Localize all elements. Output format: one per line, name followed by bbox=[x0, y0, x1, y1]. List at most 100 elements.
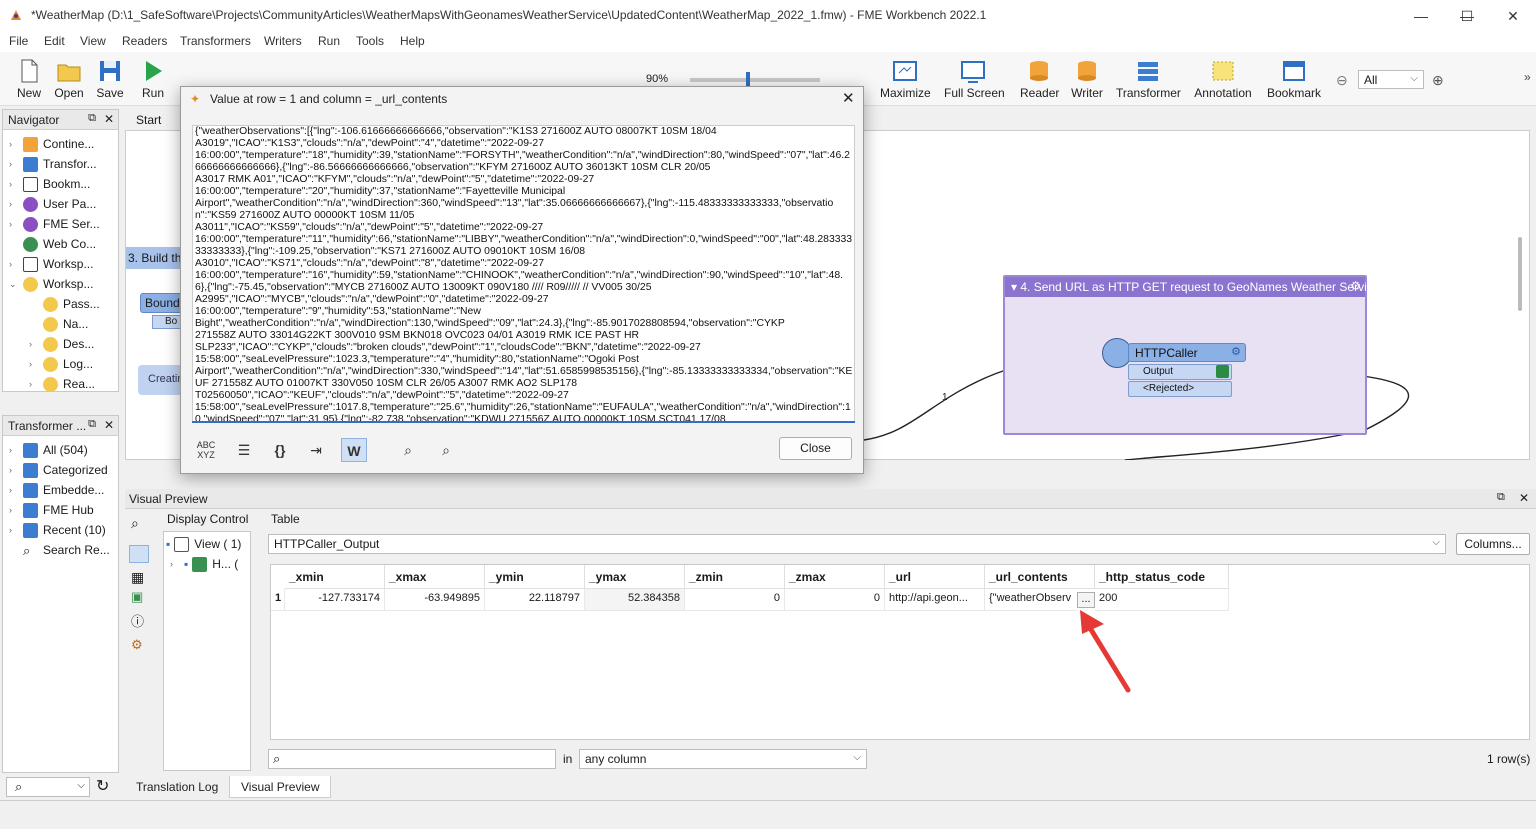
inspect-icon[interactable] bbox=[1216, 365, 1229, 378]
col-header-xmax[interactable]: _xmax bbox=[385, 565, 485, 589]
run-button[interactable]: Run bbox=[136, 56, 170, 104]
nav-item-log[interactable]: › Log... bbox=[29, 354, 93, 374]
nav-item-workspace-2[interactable]: ⌄ Worksp... bbox=[9, 274, 93, 294]
menu-view[interactable]: View bbox=[80, 34, 106, 48]
zoom-slider[interactable] bbox=[690, 72, 820, 88]
float-icon[interactable]: ⧉ bbox=[88, 418, 96, 431]
tab-start[interactable]: Start bbox=[136, 113, 161, 127]
settings-icon[interactable]: ⚙ bbox=[131, 637, 143, 653]
refresh-icon[interactable]: ↻ bbox=[96, 776, 109, 796]
col-header-url[interactable]: _url bbox=[885, 565, 985, 589]
navigator-search-input[interactable]: ⌕ ⌵ bbox=[6, 777, 90, 797]
view-item[interactable]: ▪ View ( 1) bbox=[166, 534, 241, 554]
add-reader-button[interactable]: Reader bbox=[1020, 56, 1059, 104]
new-button[interactable]: New bbox=[12, 56, 46, 104]
gallery-item-recent[interactable]: › Recent (10) bbox=[9, 520, 106, 540]
nav-item-readers[interactable]: › Rea... bbox=[29, 374, 95, 394]
add-annotation-button[interactable]: Annotation bbox=[1193, 56, 1253, 104]
col-header-zmin[interactable]: _zmin bbox=[685, 565, 785, 589]
nav-item-web-connections[interactable]: Web Co... bbox=[9, 234, 96, 254]
table-view-icon[interactable] bbox=[129, 545, 149, 563]
nav-item-user-parameters[interactable]: › User Pa... bbox=[9, 194, 96, 214]
export-icon[interactable]: ⇥ bbox=[303, 438, 329, 462]
gear-icon[interactable]: ⚙ bbox=[1350, 279, 1361, 293]
menu-run[interactable]: Run bbox=[318, 34, 340, 48]
numbered-list-icon[interactable]: ☰ bbox=[231, 438, 257, 462]
cell-zmin[interactable]: 0 bbox=[685, 589, 785, 611]
text-scrollbar[interactable] bbox=[192, 421, 855, 423]
gallery-item-search-results[interactable]: ⌕ Search Re... bbox=[9, 540, 110, 560]
info-icon[interactable]: ⓘ bbox=[131, 611, 144, 630]
tab-translation-log[interactable]: Translation Log bbox=[125, 776, 229, 798]
cell-ymax[interactable]: 52.384358 bbox=[585, 589, 685, 611]
close-icon[interactable]: ✕ bbox=[104, 418, 114, 432]
add-writer-button[interactable]: Writer bbox=[1070, 56, 1104, 104]
add-transformer-button[interactable]: Transformer bbox=[1116, 56, 1181, 104]
word-wrap-icon[interactable]: W bbox=[341, 438, 367, 462]
httpcaller-transformer[interactable]: HTTPCaller ⚙ bbox=[1128, 343, 1246, 362]
gallery-item-categorized[interactable]: › Categorized bbox=[9, 460, 108, 480]
cell-url[interactable]: http://api.geon... bbox=[885, 589, 985, 611]
dataset-select[interactable]: HTTPCaller_Output ⌵ bbox=[268, 534, 1446, 554]
nav-item-connections[interactable]: › Contine... bbox=[9, 134, 94, 154]
col-header-http-status-code[interactable]: _http_status_code bbox=[1095, 565, 1229, 589]
menu-tools[interactable]: Tools bbox=[356, 34, 384, 48]
menu-transformers[interactable]: Transformers bbox=[180, 34, 251, 48]
find-next-icon[interactable]: ⌕ bbox=[433, 438, 459, 462]
col-header-zmax[interactable]: _zmax bbox=[785, 565, 885, 589]
inspector-tool-icon[interactable]: ⌕ bbox=[131, 515, 139, 532]
json-format-icon[interactable]: {} bbox=[267, 438, 293, 462]
nav-item-password[interactable]: Pass... bbox=[29, 294, 100, 314]
dialog-close-icon[interactable]: ✕ bbox=[842, 89, 855, 107]
add-bookmark-button[interactable]: Bookmark bbox=[1266, 56, 1322, 104]
forward-arrow-icon[interactable]: ⊕ bbox=[1432, 72, 1444, 89]
search-filter-select[interactable]: All ⌵ bbox=[1358, 70, 1424, 89]
bookmark-4-header[interactable]: ▾ 4. Send URL as HTTP GET request to Geo… bbox=[1005, 277, 1379, 297]
gear-icon[interactable]: ⚙ bbox=[1231, 345, 1241, 358]
float-icon[interactable]: ⧉ bbox=[1497, 491, 1505, 504]
nav-item-description[interactable]: › Des... bbox=[29, 334, 94, 354]
menu-file[interactable]: File bbox=[9, 34, 28, 48]
col-header-ymin[interactable]: _ymin bbox=[485, 565, 585, 589]
columns-button[interactable]: Columns... bbox=[1456, 533, 1530, 555]
collapse-icon[interactable]: ▾ bbox=[1011, 280, 1020, 294]
minimize-button-2[interactable]: — bbox=[1398, 0, 1444, 32]
value-text-area[interactable]: {"weatherObservations":[{"lng":-106.6166… bbox=[192, 125, 855, 423]
dialog-close-button[interactable]: Close bbox=[779, 437, 852, 460]
menu-help[interactable]: Help bbox=[400, 34, 425, 48]
nav-item-fme-server[interactable]: › FME Ser... bbox=[9, 214, 100, 234]
tab-visual-preview[interactable]: Visual Preview bbox=[229, 776, 332, 798]
close-window-button[interactable]: ✕ bbox=[1490, 0, 1536, 32]
nav-item-workspace-1[interactable]: › Worksp... bbox=[9, 254, 93, 274]
open-button[interactable]: Open bbox=[52, 56, 86, 104]
cell-xmin[interactable]: -127.733174 bbox=[285, 589, 385, 611]
cell-url-contents-expand-button[interactable]: ... bbox=[1077, 592, 1095, 608]
close-icon[interactable]: ✕ bbox=[104, 112, 114, 126]
menu-readers[interactable]: Readers bbox=[122, 34, 167, 48]
fullscreen-button[interactable]: Full Screen bbox=[944, 56, 1005, 104]
find-icon[interactable]: ⌕ bbox=[395, 438, 421, 462]
col-header-ymax[interactable]: _ymax bbox=[585, 565, 685, 589]
close-icon[interactable]: ✕ bbox=[1519, 491, 1529, 505]
nav-item-bookmarks[interactable]: › Bookm... bbox=[9, 174, 90, 194]
back-arrow-icon[interactable]: ⊖ bbox=[1336, 72, 1348, 89]
toolbar-overflow-icon[interactable]: » bbox=[1524, 70, 1531, 84]
graphics-view-icon[interactable]: ▣ bbox=[131, 589, 143, 605]
col-header-url-contents[interactable]: _url_contents bbox=[985, 565, 1095, 589]
cell-zmax[interactable]: 0 bbox=[785, 589, 885, 611]
search-scope-select[interactable]: any column ⌵ bbox=[579, 749, 867, 769]
gallery-item-all[interactable]: › All (504) bbox=[9, 440, 88, 460]
rejected-port[interactable]: <Rejected> bbox=[1128, 381, 1232, 397]
gallery-item-embedded[interactable]: › Embedde... bbox=[9, 480, 104, 500]
cell-xmax[interactable]: -63.949895 bbox=[385, 589, 485, 611]
nav-item-name[interactable]: Na... bbox=[29, 314, 88, 334]
cell-url-contents[interactable]: {"weatherObserv bbox=[985, 589, 1077, 611]
spell-check-icon[interactable]: ABC XYZ bbox=[193, 438, 219, 462]
col-header-xmin[interactable]: _xmin bbox=[285, 565, 385, 589]
cell-ymin[interactable]: 22.118797 bbox=[485, 589, 585, 611]
maximize-view-button[interactable]: Maximize bbox=[880, 56, 931, 104]
menu-writers[interactable]: Writers bbox=[264, 34, 302, 48]
nav-item-transformers[interactable]: › Transfor... bbox=[9, 154, 97, 174]
save-button[interactable]: Save bbox=[93, 56, 127, 104]
float-icon[interactable]: ⧉ bbox=[88, 112, 96, 125]
